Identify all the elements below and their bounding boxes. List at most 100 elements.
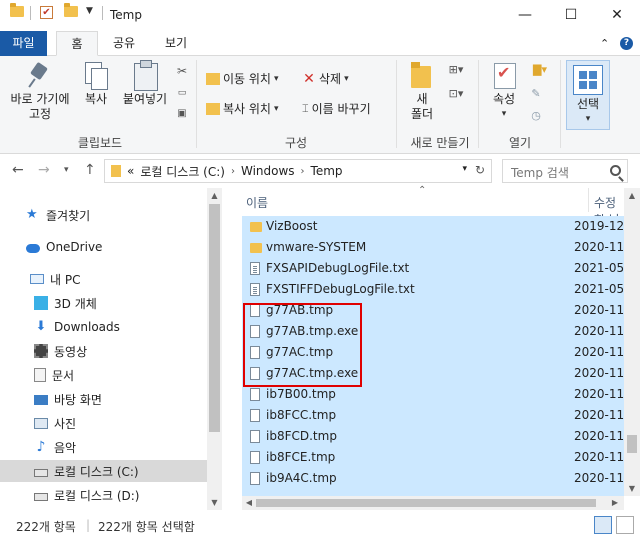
address-dropdown-icon[interactable]: ▾ [462,164,467,174]
copy-path-icon[interactable]: ▭ [174,86,190,101]
file-row[interactable]: g77AC.tmp 2020-11 [242,342,624,363]
sidebar-item-music[interactable]: ♪ 음악 [0,436,207,458]
help-icon[interactable]: ? [620,37,633,50]
file-name: g77AC.tmp.exe [266,366,359,380]
tab-share[interactable]: 공유 [104,31,144,56]
large-icons-view-icon[interactable] [616,516,634,534]
file-row[interactable]: ib8FCC.tmp 2020-11 [242,405,624,426]
breadcrumb-temp[interactable]: Temp [311,164,343,178]
list-scroll-thumb[interactable] [627,435,637,453]
sidebar-item-desktop[interactable]: 바탕 화면 [0,388,207,410]
delete-button[interactable]: ✕ 삭제 ▾ [302,70,349,87]
back-arrow-icon[interactable]: ← [12,162,24,178]
separator [102,6,103,20]
scroll-down-icon[interactable]: ▼ [624,484,640,493]
paste-button[interactable]: 붙여넣기 [118,60,172,107]
breadcrumb-separator-icon[interactable]: › [301,166,305,177]
minimize-button[interactable]: — [502,0,548,31]
file-row[interactable]: ib7B00.tmp 2020-11 [242,384,624,405]
forward-arrow-icon[interactable]: → [38,162,50,178]
sidebar-item-videos[interactable]: 동영상 [0,340,207,362]
file-name: vmware-SYSTEM [266,240,367,254]
file-row[interactable]: FXSAPIDebugLogFile.txt 2021-05 [242,258,624,279]
sidebar-item-label: 로컬 디스크 (D:) [54,488,140,503]
scroll-up-icon[interactable]: ▲ [624,191,640,200]
file-row[interactable]: g77AC.tmp.exe 2020-11 [242,363,624,384]
copy-button[interactable]: 복사 [78,60,114,107]
new-folder-button[interactable]: 새 폴더 [402,60,442,122]
paste-shortcut-icon[interactable]: ▣ [174,106,190,121]
file-row[interactable]: g77AB.tmp 2020-11 [242,300,624,321]
tab-view[interactable]: 보기 [156,31,196,56]
download-icon: ⬇ [35,319,47,334]
new-group-label: 새로 만들기 [410,136,470,150]
breadcrumb-windows[interactable]: Windows [241,164,295,178]
file-row[interactable]: g77AB.tmp.exe 2020-11 [242,321,624,342]
column-name-header[interactable]: 이름 [246,194,268,211]
sidebar-item-downloads[interactable]: ⬇ Downloads [0,316,207,338]
pin-quick-access-button[interactable]: 바로 가기에 고정 [4,62,76,122]
sidebar-item-onedrive[interactable]: OneDrive [0,236,207,258]
sidebar-item-pictures[interactable]: 사진 [0,412,207,434]
scroll-left-icon[interactable]: ◀ [242,498,256,507]
cut-icon[interactable]: ✂ [174,64,190,79]
scroll-right-icon[interactable]: ▶ [608,498,622,507]
open-icon[interactable]: ▇▾ [526,62,554,77]
sidebar-item-drive-c[interactable]: 로컬 디스크 (C:) [0,460,207,482]
sidebar-item-this-pc[interactable]: 내 PC [0,268,207,290]
address-bar[interactable]: « 로컬 디스크 (C:) › Windows › Temp ▾ ↻ [104,159,492,183]
file-date: 2020-11 [574,240,624,254]
group-divider [396,60,397,148]
paste-label: 붙여넣기 [122,92,168,106]
horizontal-scroll-thumb[interactable] [256,499,596,507]
file-row[interactable]: FXSTIFFDebugLogFile.txt 2021-05 [242,279,624,300]
properties-quick-icon[interactable]: ✔ [40,6,53,19]
file-row[interactable]: ib8FCD.tmp 2020-11 [242,426,624,447]
easy-access-icon[interactable]: ⊡▾ [446,86,466,101]
edit-icon[interactable]: ✎ [528,86,544,101]
search-icon[interactable] [610,165,621,176]
file-row[interactable]: VizBoost 2019-12 [242,216,624,237]
horizontal-scrollbar[interactable]: ◀ ▶ [242,496,624,510]
sidebar-item-3d-objects[interactable]: 3D 개체 [0,292,207,314]
new-folder-label-1: 새 [416,92,428,106]
sidebar-scroll-thumb[interactable] [209,204,220,432]
properties-button[interactable]: 속성 ▾ [484,60,524,122]
music-icon: ♪ [36,439,46,455]
refresh-icon[interactable]: ↻ [475,163,485,177]
sidebar-item-drive-d[interactable]: 로컬 디스크 (D:) [0,484,207,506]
rename-button[interactable]: ⌶ 이름 바꾸기 [302,100,371,117]
tab-home[interactable]: 홈 [56,31,98,56]
close-button[interactable]: ✕ [594,0,640,31]
sidebar-item-documents[interactable]: 문서 [0,364,207,386]
sidebar-scrollbar[interactable]: ▲ ▼ [207,188,222,510]
breadcrumb-separator-icon[interactable]: › [231,166,235,177]
breadcrumb-drive[interactable]: 로컬 디스크 (C:) [140,163,225,180]
new-item-icon[interactable]: ⊞▾ [446,62,466,77]
sidebar-item-favorites[interactable]: ★ 즐겨찾기 [0,204,207,226]
search-input[interactable]: Temp 검색 [502,159,628,183]
scroll-down-icon[interactable]: ▼ [207,498,222,507]
recent-dropdown-icon[interactable]: ▾ [64,165,69,175]
file-icon [250,451,260,464]
list-scrollbar[interactable]: ▲ ▼ [624,188,640,496]
file-row[interactable]: ib8FCE.tmp 2020-11 [242,447,624,468]
file-row[interactable]: vmware-SYSTEM 2020-11 [242,237,624,258]
maximize-button[interactable]: ☐ [548,0,594,31]
new-folder-quick-icon[interactable] [64,3,78,17]
scroll-up-icon[interactable]: ▲ [207,191,222,200]
column-divider[interactable] [588,188,589,212]
details-view-icon[interactable] [594,516,612,534]
history-icon[interactable]: ◷ [528,108,544,123]
quick-access-dropdown-icon[interactable]: ▼ [86,6,93,16]
breadcrumb-overflow[interactable]: « [127,164,134,178]
select-button[interactable]: 선택 ▾ [566,60,610,130]
file-row[interactable]: ib9A4C.tmp 2020-11 [242,468,624,489]
collapse-ribbon-icon[interactable]: ⌃ [600,37,609,50]
move-to-button[interactable]: 이동 위치 ▾ [206,70,279,87]
tab-file[interactable]: 파일 [0,31,47,56]
move-folder-icon [206,72,220,85]
up-arrow-icon[interactable]: ↑ [84,162,96,178]
copy-to-button[interactable]: 복사 위치 ▾ [206,100,279,117]
sidebar-item-label: 즐겨찾기 [46,208,91,223]
